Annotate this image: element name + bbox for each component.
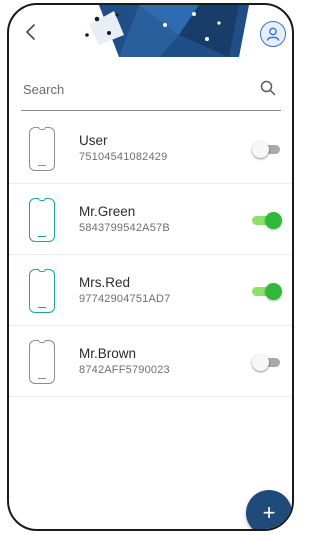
list-item[interactable]: Mrs.Red 97742904751AD7 <box>9 255 292 326</box>
device-name: Mr.Green <box>79 204 136 219</box>
header-artwork <box>85 5 249 57</box>
device-toggle[interactable] <box>252 212 282 229</box>
device-id: 97742904751AD7 <box>79 293 171 305</box>
phone-icon <box>29 198 55 242</box>
user-icon <box>266 27 280 41</box>
list-item[interactable]: User 75104541082429 <box>9 113 292 184</box>
add-device-button[interactable]: + <box>246 490 292 529</box>
chevron-left-icon <box>26 24 35 40</box>
list-item[interactable]: Mr.Green 5843799542A57B <box>9 184 292 255</box>
phone-frame: User 75104541082429 Mr.Green 5843799542A… <box>7 3 294 531</box>
device-toggle[interactable] <box>252 141 282 158</box>
search-bar <box>21 67 281 111</box>
device-id: 8742AFF5790023 <box>79 364 170 376</box>
phone-icon <box>29 127 55 171</box>
device-list: User 75104541082429 Mr.Green 5843799542A… <box>9 113 292 397</box>
search-input[interactable] <box>21 77 245 101</box>
plus-icon: + <box>262 500 276 525</box>
device-toggle[interactable] <box>252 354 282 371</box>
search-icon[interactable] <box>259 79 277 97</box>
device-id: 75104541082429 <box>79 151 168 163</box>
device-name: Mrs.Red <box>79 275 131 290</box>
phone-icon <box>29 340 55 384</box>
device-name: Mr.Brown <box>79 346 137 361</box>
list-item[interactable]: Mr.Brown 8742AFF5790023 <box>9 326 292 397</box>
profile-button[interactable] <box>260 21 286 47</box>
phone-icon <box>29 269 55 313</box>
device-toggle[interactable] <box>252 283 282 300</box>
device-id: 5843799542A57B <box>79 222 170 234</box>
device-name: User <box>79 133 108 148</box>
app-header <box>9 5 292 61</box>
back-button[interactable] <box>19 19 41 45</box>
